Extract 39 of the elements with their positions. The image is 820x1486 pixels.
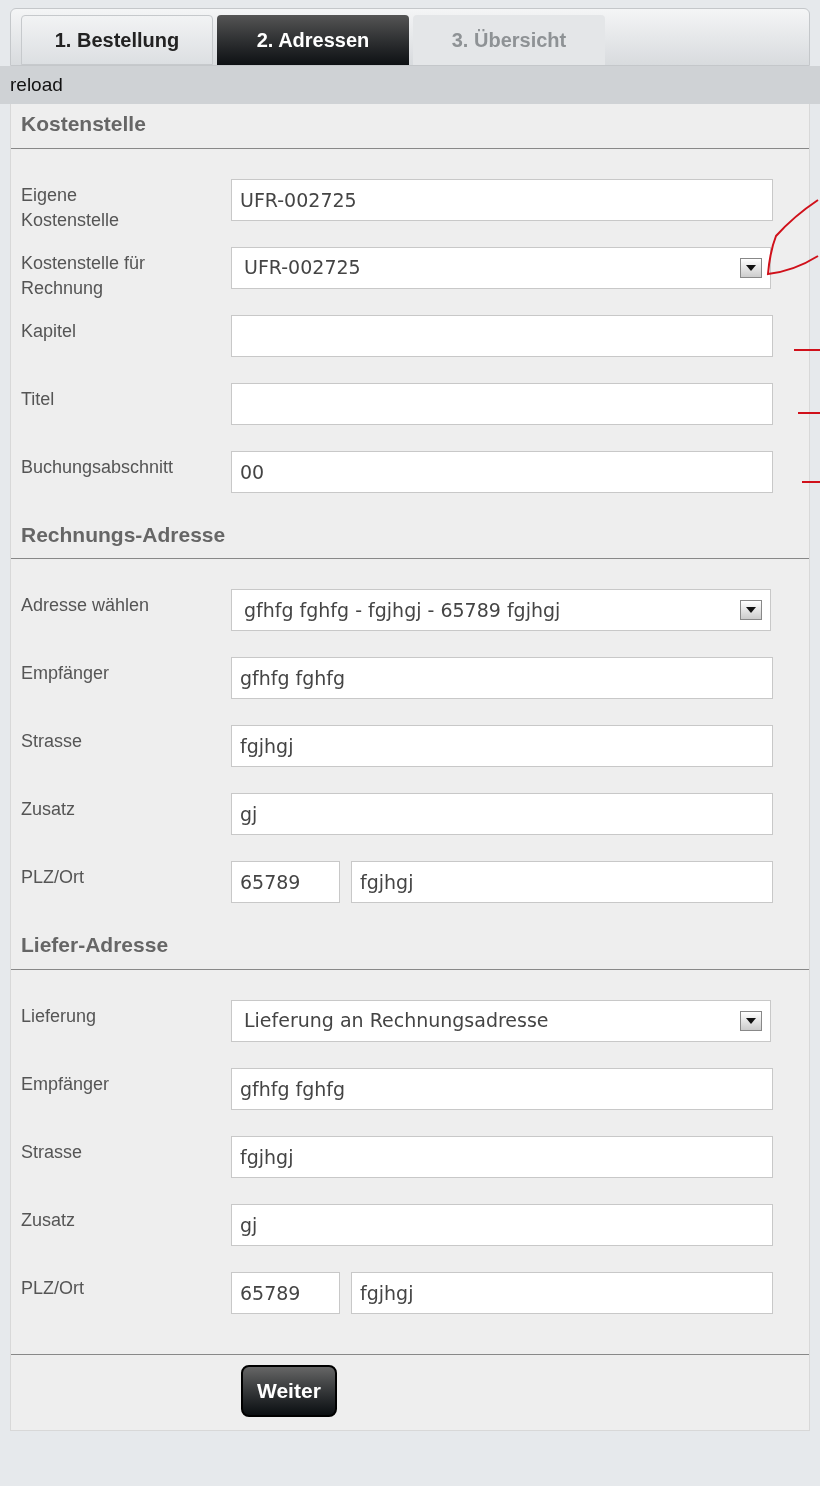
text-field[interactable]: UFR-002725 bbox=[231, 178, 773, 221]
field-label: Adresse wählen bbox=[21, 595, 150, 615]
field-label: Strasse bbox=[21, 731, 83, 751]
city-field[interactable]: fgjhgj bbox=[351, 1271, 773, 1314]
field-label: Lieferung bbox=[21, 1005, 97, 1026]
field-label: Empfänger bbox=[21, 663, 110, 683]
dropdown[interactable]: UFR-002725 bbox=[231, 246, 771, 289]
text-field[interactable]: fgjhgj bbox=[231, 1135, 773, 1178]
reload-link[interactable]: reload bbox=[10, 70, 63, 100]
postcode-field[interactable]: 65789 bbox=[231, 1271, 340, 1314]
field-label: Kostenstelle für Rechnung bbox=[21, 252, 146, 298]
tab[interactable]: 1. Bestellung bbox=[21, 15, 213, 65]
text-field[interactable]: gfhfg fghfg bbox=[231, 1067, 773, 1110]
field-label: Zusatz bbox=[21, 1209, 76, 1230]
postcode-field[interactable]: 65789 bbox=[231, 861, 340, 903]
dropdown[interactable]: Lieferung an Rechnungsadresse bbox=[231, 999, 771, 1042]
field-label: Titel bbox=[21, 388, 55, 409]
field-label: PLZ/Ort bbox=[21, 1277, 84, 1298]
city-field[interactable]: fgjhgj bbox=[351, 861, 773, 903]
dropdown[interactable]: gfhfg fghfg - fgjhgj - 65789 fgjhgj bbox=[231, 589, 771, 631]
section-heading: Liefer-Adresse bbox=[21, 933, 169, 956]
text-field[interactable]: fgjhgj bbox=[231, 725, 773, 767]
field-label: Eigene Kostenstelle bbox=[21, 184, 120, 230]
tab[interactable]: 2. Adressen bbox=[217, 15, 409, 65]
section-heading: Kostenstelle bbox=[21, 112, 146, 135]
field-label: Empfänger bbox=[21, 1073, 110, 1094]
field-label: Buchungsabschnitt bbox=[21, 456, 174, 477]
field-label: Kapitel bbox=[21, 320, 77, 341]
field-label: Zusatz bbox=[21, 799, 76, 819]
text-field[interactable]: gfhfg fghfg bbox=[231, 657, 773, 699]
text-field[interactable] bbox=[231, 314, 773, 357]
field-label: Strasse bbox=[21, 1141, 83, 1162]
text-field[interactable]: gj bbox=[231, 793, 773, 835]
text-field[interactable] bbox=[231, 382, 773, 425]
field-label: PLZ/Ort bbox=[21, 867, 84, 887]
continue-button[interactable]: Weiter bbox=[241, 1364, 337, 1417]
text-field[interactable]: 00 bbox=[231, 450, 773, 493]
section-heading: Rechnungs-Adresse bbox=[21, 522, 226, 546]
text-field[interactable]: gj bbox=[231, 1203, 773, 1246]
